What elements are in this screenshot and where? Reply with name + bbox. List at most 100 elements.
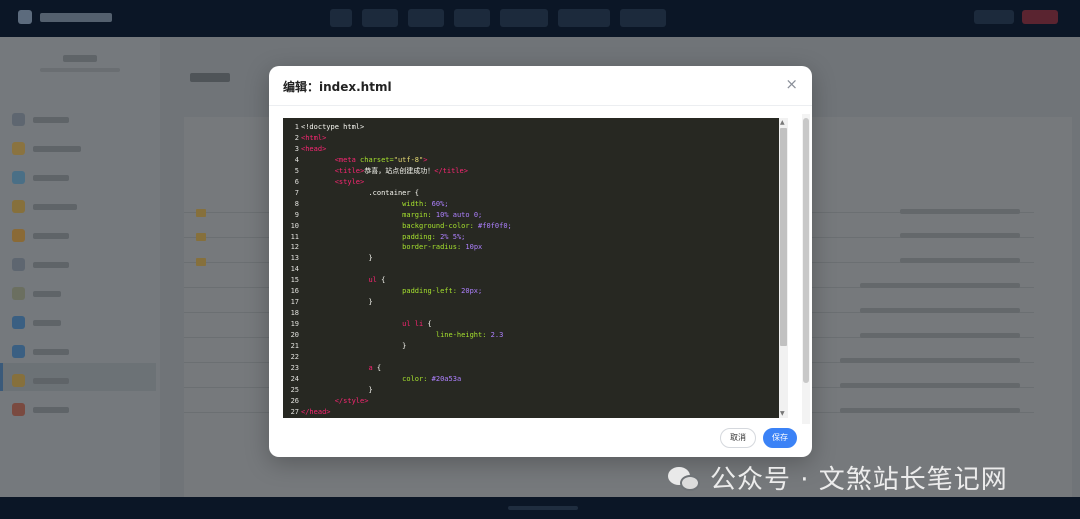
line-number: 11 <box>290 232 299 241</box>
line-number: 4 <box>294 155 299 164</box>
code-line[interactable]: .container { <box>301 188 788 199</box>
code-line[interactable]: margin: 10% auto 0; <box>301 210 788 221</box>
code-line[interactable]: <!doctype html> <box>301 122 788 133</box>
code-line[interactable]: <meta charset="utf-8"> <box>301 155 788 166</box>
scroll-down-icon[interactable]: ▼ <box>780 410 785 417</box>
code-editor[interactable]: 1 2 3 4 5 6 7 8 9 10 11 12 13 14 15 16 17 18 19 20 21 22 23 24 2… <box>283 118 788 418</box>
line-number: 23 <box>290 363 299 372</box>
sidebar-item[interactable] <box>12 345 69 358</box>
code-line[interactable]: } <box>301 341 788 352</box>
editor-scrollbar[interactable]: ▲ ▼ <box>779 118 788 418</box>
line-number: 14 <box>290 265 299 274</box>
code-line[interactable]: border-radius: 10px <box>301 242 788 253</box>
wechat-icon <box>666 463 702 493</box>
code-line[interactable]: padding: 2% 5%; <box>301 232 788 243</box>
logo-icon <box>18 10 32 24</box>
sidebar-item[interactable] <box>12 229 69 242</box>
sidebar-item[interactable] <box>12 258 69 271</box>
dialog-header: 编辑：index.html × <box>269 66 812 106</box>
code-line[interactable]: <html> <box>301 133 788 144</box>
code-line[interactable]: line-height: 2.3 <box>301 330 788 341</box>
line-number: 25 <box>290 385 299 394</box>
code-line[interactable]: a { <box>301 363 788 374</box>
top-nav-item[interactable] <box>454 9 490 27</box>
footer <box>0 497 1080 519</box>
line-number: 7 <box>294 188 299 197</box>
code-line[interactable] <box>301 352 788 363</box>
code-line[interactable]: } <box>301 253 788 264</box>
code-line[interactable]: <title>恭喜，站点创建成功！</title> <box>301 166 788 177</box>
code-line[interactable]: ul { <box>301 275 788 286</box>
sidebar-item[interactable] <box>12 287 61 300</box>
sidebar-item[interactable] <box>12 403 69 416</box>
watermark-text: 公众号 · 文煞站长笔记网 <box>710 465 1008 495</box>
line-number: 8 <box>294 199 299 208</box>
close-icon[interactable]: × <box>785 76 798 92</box>
line-number: 1 <box>294 123 299 131</box>
code-line[interactable] <box>301 264 788 275</box>
line-number: 17 <box>290 298 299 307</box>
line-number: 5 <box>294 166 299 175</box>
user-menu[interactable] <box>974 10 1014 24</box>
line-number: 15 <box>290 276 299 285</box>
line-number: 13 <box>290 254 299 263</box>
code-line[interactable]: </style> <box>301 396 788 407</box>
code-line[interactable]: <style> <box>301 177 788 188</box>
top-nav-item[interactable] <box>362 9 398 27</box>
page-title <box>190 73 230 82</box>
save-button[interactable]: 保存 <box>763 428 797 448</box>
code-line[interactable]: </head> <box>301 407 788 418</box>
top-nav-item[interactable] <box>330 9 352 27</box>
sidebar-item[interactable] <box>12 171 69 184</box>
editor-scroll-thumb[interactable] <box>780 128 787 346</box>
sidebar-item[interactable] <box>12 142 81 155</box>
code-line[interactable] <box>301 308 788 319</box>
line-number: 9 <box>294 210 299 219</box>
code-line[interactable]: padding-left: 20px; <box>301 286 788 297</box>
sidebar-item[interactable] <box>12 113 69 126</box>
line-number: 12 <box>290 243 299 252</box>
code-line[interactable]: background-color: #f0f0f0; <box>301 221 788 232</box>
top-navbar <box>0 0 1080 37</box>
top-nav-item[interactable] <box>620 9 666 27</box>
line-number: 19 <box>290 320 299 329</box>
cancel-button[interactable]: 取消 <box>720 428 756 448</box>
sidebar-item[interactable] <box>12 374 69 387</box>
scroll-up-icon[interactable]: ▲ <box>780 119 785 126</box>
edit-file-dialog: 编辑：index.html × 1 2 3 4 5 6 7 8 9 10 11 12 13 14 15 16 1… <box>269 66 812 457</box>
line-number: 10 <box>290 221 299 230</box>
sidebar-item[interactable] <box>12 316 61 329</box>
line-number: 20 <box>290 331 299 340</box>
line-number: 22 <box>290 353 299 362</box>
sidebar-header <box>40 55 120 79</box>
line-number: 26 <box>290 396 299 405</box>
brand <box>18 10 112 24</box>
code-content[interactable]: <!doctype html> <html> <head> <meta charse… <box>301 122 788 418</box>
line-number: 3 <box>294 144 299 153</box>
line-number: 27 <box>290 407 299 416</box>
code-line[interactable]: } <box>301 385 788 396</box>
code-line[interactable]: <head> <box>301 144 788 155</box>
dialog-title: 编辑：index.html <box>283 80 392 94</box>
dialog-scroll-thumb[interactable] <box>803 118 809 383</box>
sidebar-item[interactable] <box>12 200 77 213</box>
top-nav-item[interactable] <box>408 9 444 27</box>
line-number: 6 <box>294 177 299 186</box>
dialog-scrollbar[interactable] <box>802 114 810 424</box>
line-number: 2 <box>294 133 299 142</box>
line-number-gutter: 1 2 3 4 5 6 7 8 9 10 11 12 13 14 15 16 17 18 19 20 21 22 23 24 2… <box>283 122 299 418</box>
code-line[interactable]: ul li { <box>301 319 788 330</box>
top-nav-item[interactable] <box>558 9 610 27</box>
top-right-controls <box>974 10 1058 24</box>
brand-name <box>40 12 112 22</box>
top-nav-item[interactable] <box>500 9 548 27</box>
line-number: 21 <box>290 342 299 351</box>
code-line[interactable]: width: 60%; <box>301 199 788 210</box>
line-number: 18 <box>290 309 299 318</box>
code-line[interactable]: } <box>301 297 788 308</box>
code-line[interactable]: color: #20a53a <box>301 374 788 385</box>
sidebar <box>0 37 160 497</box>
watermark: 公众号 · 文煞站长笔记网 <box>666 459 1008 496</box>
top-nav <box>330 9 666 27</box>
logout-button[interactable] <box>1022 10 1058 24</box>
